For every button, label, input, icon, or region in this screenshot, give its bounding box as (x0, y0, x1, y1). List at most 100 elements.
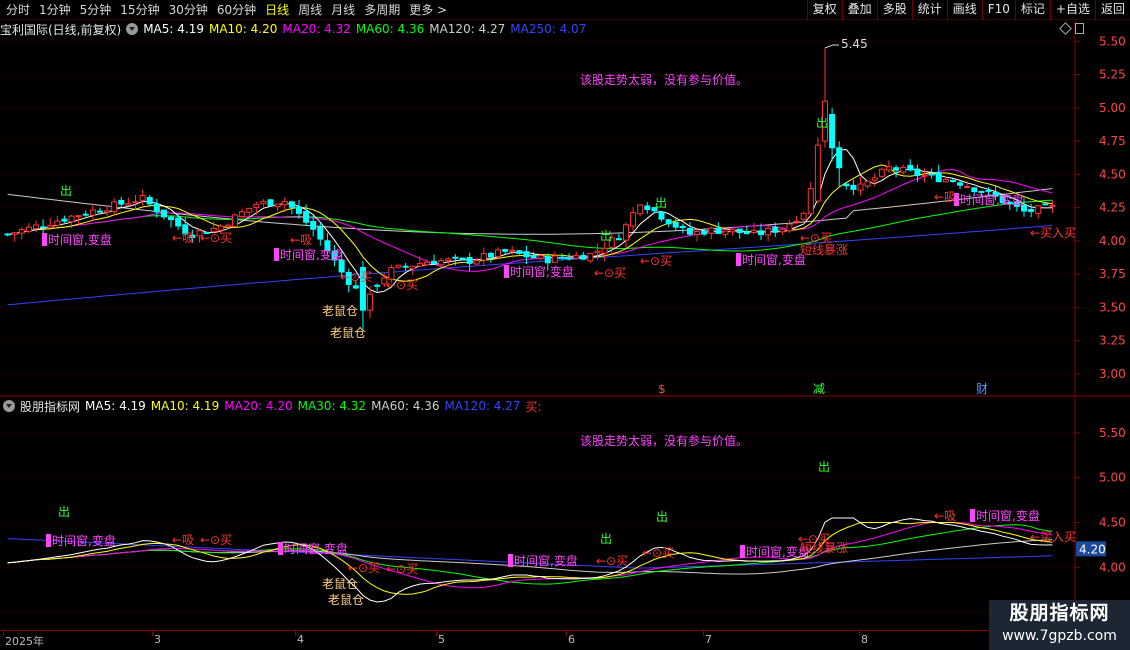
candle-body (104, 210, 111, 213)
tab-monthly[interactable]: 月线 (331, 1, 355, 18)
ma20-line (7, 168, 1053, 272)
candle-body (160, 209, 167, 218)
signal-out: 出 (655, 196, 667, 210)
back-button[interactable]: 返回 (1094, 0, 1130, 20)
add-watchlist-button[interactable]: +自选 (1049, 0, 1095, 20)
watermark-title: 股朋指标网 (1009, 602, 1110, 624)
candle-body (957, 182, 964, 186)
multi-stock-button[interactable]: 多股 (876, 0, 912, 20)
f10-button[interactable]: F10 (981, 0, 1015, 20)
overlay-button[interactable]: 叠加 (841, 0, 877, 20)
candle-body (480, 253, 487, 261)
candle-body (317, 226, 324, 240)
signal-suck: ←吸 (290, 233, 312, 247)
candle-body (530, 254, 537, 259)
candle-body (743, 231, 750, 235)
candle-body (374, 284, 381, 287)
stock-title: 宝利国际(日线,前复权) (0, 22, 122, 37)
settings-icon[interactable] (3, 400, 15, 412)
candle-body (644, 205, 651, 210)
candle-body (615, 238, 622, 241)
candle-body (843, 183, 850, 187)
tab-60min[interactable]: 60分钟 (217, 1, 256, 18)
time-window-marker (740, 545, 745, 558)
y-tick-label: 5.00 (1099, 101, 1126, 115)
candle-body (502, 249, 509, 252)
candle-body (473, 259, 480, 265)
candle-body (736, 228, 743, 234)
stats-button[interactable]: 统计 (911, 0, 947, 20)
signal-volume-expand: 短线暴涨 (800, 242, 848, 257)
candle-body (118, 199, 125, 205)
time-window-marker (504, 265, 509, 278)
mark-button[interactable]: 标记 (1014, 0, 1050, 20)
tool-buttons: 复权 叠加 多股 统计 画线 F10 标记 +自选 返回 (806, 0, 1130, 20)
candle-body (395, 264, 402, 268)
candle-body (594, 250, 601, 254)
candle-body (580, 254, 587, 260)
candle-body (686, 227, 693, 235)
x-tick-label: 5 (438, 633, 445, 646)
ma-legend-4: MA120: 4.27 (429, 22, 506, 36)
finance-marker: 财 (976, 382, 988, 396)
signal-out: 出 (60, 184, 72, 198)
candle-body (281, 201, 288, 206)
candle-body (679, 225, 686, 228)
candle-body (4, 233, 11, 236)
x-tick (436, 631, 437, 636)
candle-body (495, 249, 502, 258)
tab-15min[interactable]: 15分钟 (120, 1, 159, 18)
candle-body (11, 232, 18, 235)
candle-body (921, 174, 928, 177)
settings-icon[interactable] (126, 23, 139, 35)
sub-ma-legend-3: MA30: 4.32 (297, 399, 367, 413)
y-tick-label: 3.75 (1099, 267, 1126, 281)
signal-time-window: 时间窗,变盘 (514, 553, 578, 568)
candle-body (857, 183, 864, 191)
candle-body (295, 206, 302, 214)
tab-1min[interactable]: 1分钟 (39, 1, 71, 18)
candle-body (949, 179, 956, 183)
signal-volume-expand: 短线暴涨 (800, 540, 848, 555)
candle-body (274, 203, 281, 208)
draw-line-button[interactable]: 画线 (946, 0, 982, 20)
candle-body (622, 224, 629, 241)
tab-more[interactable]: 更多 > (409, 1, 447, 18)
y-tick-label: 5.25 (1099, 68, 1126, 82)
candle-body (32, 224, 39, 229)
candle-body (168, 216, 175, 221)
indicator-panel[interactable]: 股朋指标网 MA5: 4.19 MA10: 4.19 MA20: 4.20 MA… (0, 397, 1130, 630)
candle-body (416, 263, 423, 267)
signal-time-window: 时间窗,变盘 (960, 192, 1024, 207)
period-tabs: 分时 1分钟 5分钟 15分钟 30分钟 60分钟 日线 周线 月线 多周期 更… (0, 0, 456, 20)
x-tick (703, 631, 704, 636)
candle-body (814, 144, 821, 202)
signal-out: 出 (600, 229, 612, 243)
period-toolbar: 分时 1分钟 5分钟 15分钟 30分钟 60分钟 日线 周线 月线 多周期 更… (0, 0, 1130, 20)
candle-body (18, 229, 25, 234)
window-icon[interactable] (1075, 23, 1084, 34)
candle-body (964, 186, 971, 189)
tab-daily[interactable]: 日线 (265, 1, 289, 18)
tab-multi-period[interactable]: 多周期 (364, 1, 400, 18)
tab-30min[interactable]: 30分钟 (169, 1, 208, 18)
candle-body (786, 223, 793, 232)
tab-timeshare[interactable]: 分时 (6, 1, 30, 18)
date-axis: 2025年 3 4 5 6 7 8 (0, 630, 1130, 650)
tab-5min[interactable]: 5分钟 (80, 1, 112, 18)
candle-body (452, 256, 459, 259)
adjust-button[interactable]: 复权 (806, 0, 842, 20)
main-kline-panel[interactable]: 宝利国际(日线,前复权) MA5: 4.19 MA10: 4.20 MA20: … (0, 20, 1130, 397)
candle-body (25, 226, 32, 232)
y-tick-label: 4.00 (1099, 234, 1126, 248)
signal-buy: ←⊙买 (386, 278, 418, 292)
candle-body (928, 173, 935, 176)
candle-body (1035, 205, 1042, 214)
signal-buy: ←⊙买 (200, 533, 232, 547)
tab-weekly[interactable]: 周线 (298, 1, 322, 18)
time-window-marker (274, 248, 279, 261)
candle-body (47, 224, 54, 228)
signal-out: 出 (816, 116, 828, 130)
candle-body (260, 200, 267, 205)
y-tick-label: 5.50 (1099, 426, 1126, 440)
